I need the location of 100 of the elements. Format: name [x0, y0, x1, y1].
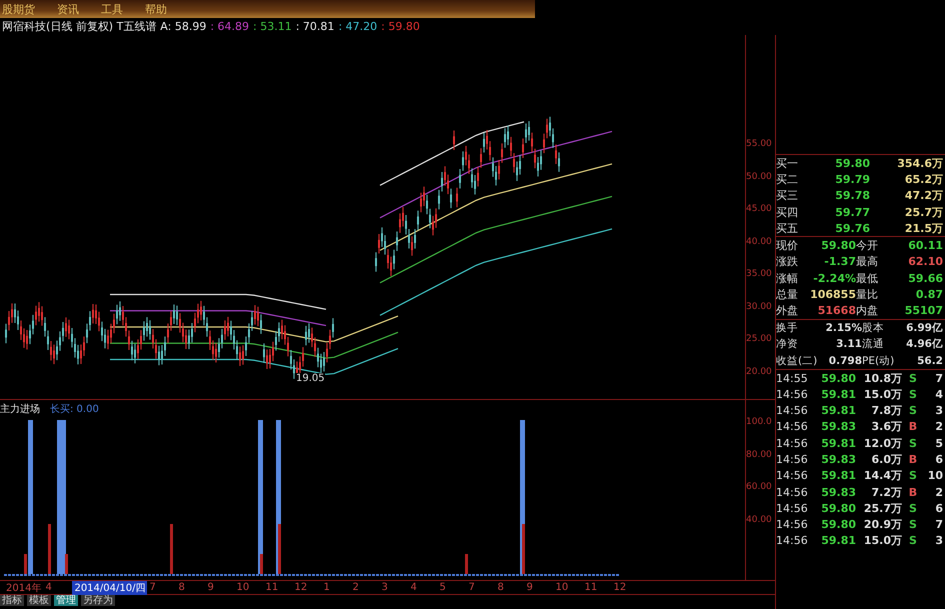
quote-label: 流通 — [862, 337, 885, 352]
quote-value: 6.99亿 — [905, 321, 943, 336]
trade-side: S — [908, 518, 918, 532]
trade-side: B — [908, 452, 918, 466]
quote-value: 59.66 — [907, 272, 943, 285]
indicator-name: 主力进场 — [0, 402, 40, 416]
trade-side: S — [908, 436, 918, 450]
axis-label: 55.00 — [746, 138, 773, 151]
trade-count: 10 — [926, 469, 943, 482]
axis-label: 35.00 — [746, 268, 773, 281]
trade-price: 59.81 — [820, 404, 856, 418]
quote-label: 涨跌 — [776, 254, 799, 270]
indicator-value: : 59.80 — [381, 20, 420, 33]
trade-price: 59.83 — [820, 486, 856, 499]
date-label: 8 — [177, 582, 186, 593]
quote-label: 内盘 — [856, 303, 879, 318]
quote-value: 59.80 — [820, 239, 856, 252]
date-label: 7 — [467, 582, 476, 593]
tab[interactable]: 另存为 — [81, 595, 115, 606]
date-label: 4 — [44, 582, 53, 593]
date-label: 2014年 — [5, 582, 42, 594]
menu-item[interactable]: 工具 — [101, 2, 123, 16]
bid-label: 买五 — [776, 220, 799, 236]
trade-side: B — [908, 486, 918, 499]
quote-label: 今开 — [856, 238, 879, 254]
bid-price: 59.80 — [834, 156, 870, 170]
trade-time: 14:55 — [776, 372, 809, 384]
indicator-reading: 长买: 0.00 — [50, 402, 99, 416]
date-label: 7 — [148, 582, 157, 593]
trade-volume: 14.4万 — [862, 468, 902, 484]
date-label: 12 — [612, 582, 628, 593]
quote-label: 量比 — [856, 287, 879, 302]
bid-label: 买三 — [776, 188, 799, 204]
trade-side: S — [908, 502, 918, 515]
trade-side: S — [908, 469, 918, 482]
date-label: 11 — [583, 582, 598, 593]
trade-price: 59.80 — [820, 502, 856, 515]
trade-volume: 12.0万 — [862, 436, 902, 451]
trade-time: 14:56 — [776, 436, 809, 450]
low-price-label: 19.05 — [296, 373, 325, 384]
date-label: 8 — [496, 582, 505, 593]
quote-label: 净资 — [776, 337, 799, 352]
bid-volume: 25.7万 — [904, 204, 943, 220]
quote-value: 2.15% — [824, 322, 862, 334]
menu-item[interactable]: 帮助 — [145, 2, 167, 16]
trade-price: 59.83 — [820, 420, 856, 434]
date-label: 2014/04/10/四 — [72, 580, 148, 594]
trade-volume: 6.0万 — [870, 452, 902, 467]
quote-label: 外盘 — [776, 303, 799, 318]
date-label: 12 — [293, 582, 308, 593]
menu-item[interactable]: 资讯 — [57, 2, 79, 16]
trade-side: S — [908, 372, 918, 384]
tab[interactable]: 模板 — [27, 595, 51, 606]
trade-time: 14:56 — [776, 420, 809, 434]
date-label: 2 — [351, 582, 360, 593]
indicator-bar — [465, 554, 468, 574]
bid-label: 买四 — [776, 204, 799, 220]
quote-label: 股本 — [862, 321, 885, 336]
trade-count: 2 — [934, 486, 943, 499]
trade-count: 6 — [934, 452, 943, 466]
date-label: 1 — [322, 582, 331, 593]
axis-label: 80.00 — [746, 448, 773, 462]
quote-label: 换手 — [776, 321, 799, 336]
trade-price: 59.81 — [820, 436, 856, 450]
trade-price: 59.81 — [820, 469, 856, 482]
trade-count: 2 — [934, 420, 943, 434]
trade-side: S — [908, 534, 918, 548]
trade-count: 3 — [934, 404, 943, 418]
bid-label: 买二 — [776, 172, 799, 187]
axis-label: 45.00 — [746, 203, 773, 216]
tab[interactable]: 管理 — [54, 595, 78, 606]
date-label: 10 — [235, 582, 250, 593]
trade-count: 7 — [934, 372, 943, 384]
bid-label: 买一 — [776, 156, 799, 171]
trade-time: 14:56 — [776, 469, 809, 482]
quote-value: 55107 — [904, 304, 943, 318]
quote-label: 最低 — [856, 270, 879, 286]
quote-label: 最高 — [856, 254, 879, 270]
trade-price: 59.80 — [820, 518, 856, 532]
menu-item[interactable]: 股期货 — [2, 2, 35, 16]
trade-volume: 20.9万 — [862, 517, 902, 532]
quote-value: 62.10 — [907, 255, 943, 268]
trade-volume: 7.2万 — [870, 484, 902, 500]
trade-volume: 7.8万 — [870, 403, 902, 418]
trade-price: 59.80 — [820, 372, 856, 384]
trade-side: S — [908, 388, 918, 401]
trade-price: 59.81 — [820, 388, 856, 401]
bid-volume: 21.5万 — [904, 220, 943, 236]
indicator-value: : 64.89 — [210, 20, 250, 33]
bid-price: 59.77 — [834, 206, 870, 219]
bid-volume: 65.2万 — [904, 172, 943, 187]
quote-label: 涨幅 — [776, 270, 799, 286]
trade-time: 14:56 — [776, 404, 809, 418]
tab[interactable]: 指标 — [0, 595, 24, 606]
axis-label: 50.00 — [746, 170, 773, 184]
trade-time: 14:56 — [776, 518, 809, 532]
quote-value: 51668 — [816, 304, 856, 318]
trade-price: 59.83 — [820, 452, 856, 466]
quote-value: 3.11 — [835, 338, 862, 350]
chart-title: 网宿科技(日线 前复权) T五线谱 — [2, 19, 156, 34]
